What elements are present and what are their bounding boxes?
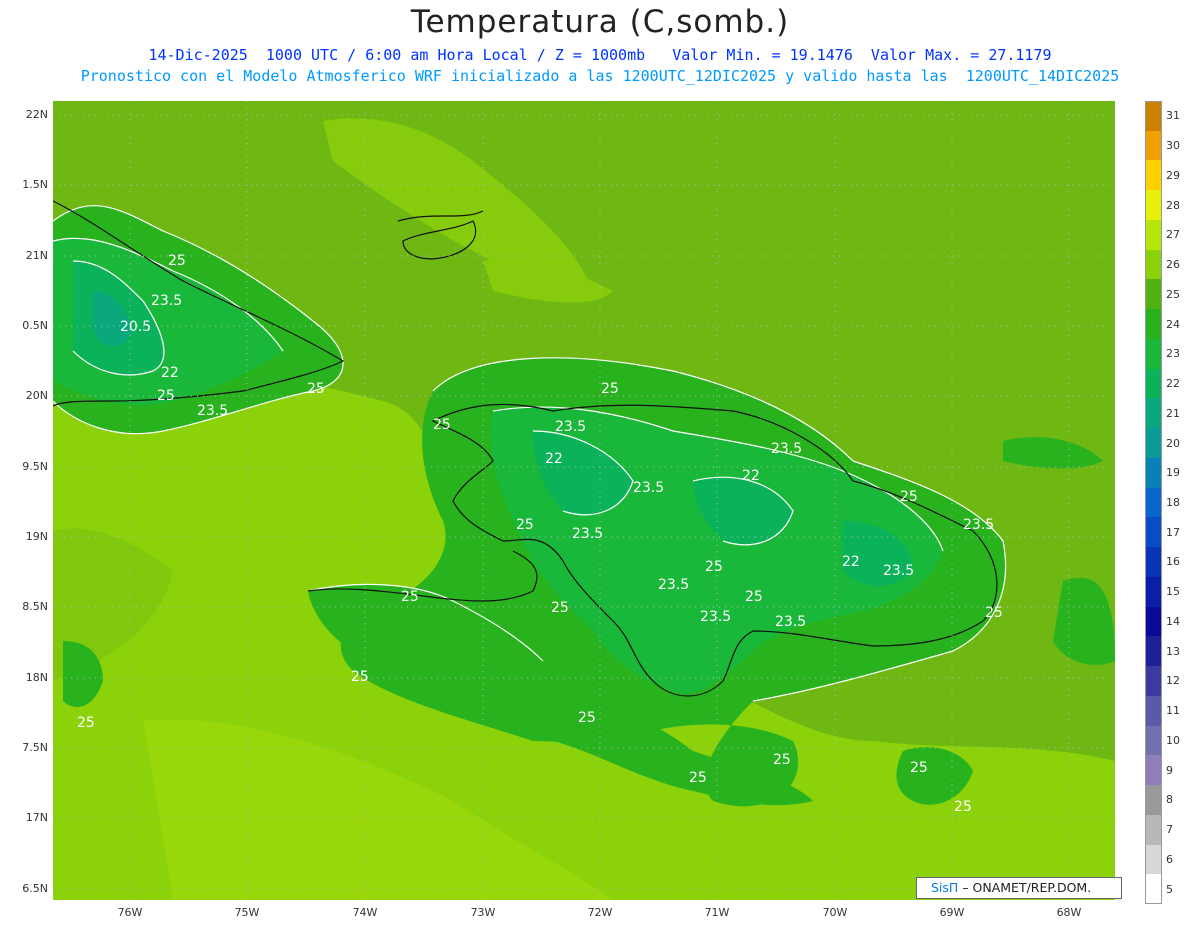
- lat-label: 19N: [25, 530, 48, 543]
- lon-label: 76W: [117, 906, 143, 919]
- colorbar-label: 5: [1166, 882, 1173, 896]
- contour-label: 25: [551, 600, 569, 616]
- contour-label: 22: [545, 451, 563, 467]
- contour-label: 23.5: [633, 480, 664, 496]
- contour-label: 25: [689, 770, 707, 786]
- lat-label: 8.5N: [22, 600, 48, 613]
- contour-label: 23.5: [572, 526, 603, 542]
- contour-label: 20.5: [120, 319, 151, 335]
- colorbar-label: 15: [1166, 585, 1180, 599]
- lat-label: 9.5N: [22, 460, 48, 473]
- colorbar-label: 23: [1166, 347, 1180, 361]
- colorbar-label: 24: [1166, 317, 1180, 331]
- colorbar-label: 22: [1166, 377, 1180, 391]
- map-title: Temperatura (C,somb.): [410, 4, 790, 40]
- sispi-onamet-logo: SisΠ – ONAMET/REP.DOM.: [916, 877, 1122, 899]
- contour-label: 23.5: [151, 293, 182, 309]
- lon-label: 72W: [587, 906, 613, 919]
- colorbar-label: 30: [1166, 139, 1180, 153]
- contour-label: 25: [985, 605, 1003, 621]
- colorbar-label: 31: [1166, 109, 1180, 123]
- contour-label: 23.5: [775, 614, 806, 630]
- lon-label: 68W: [1056, 906, 1082, 919]
- temperature-map: 25 23.5 20.5 22 23.5 25 25 23.5 25 23.5 …: [53, 101, 1115, 900]
- colorbar-label: 27: [1166, 228, 1180, 242]
- lat-label: 17N: [25, 811, 48, 824]
- colorbar-label: 20: [1166, 436, 1180, 450]
- contour-label: 25: [773, 752, 791, 768]
- contour-label: 25: [351, 669, 369, 685]
- contour-label: 25: [954, 799, 972, 815]
- contour-label: 23.5: [658, 577, 689, 593]
- colorbar-label: 7: [1166, 823, 1173, 837]
- contour-label: 25: [745, 589, 763, 605]
- colorbar-label: 17: [1166, 525, 1180, 539]
- map-svg: 25 23.5 20.5 22 23.5 25 25 23.5 25 23.5 …: [53, 101, 1115, 900]
- colorbar-label: 6: [1166, 852, 1173, 866]
- contour-label: 23.5: [883, 563, 914, 579]
- lat-label: 20N: [25, 389, 48, 402]
- colorbar-label: 29: [1166, 168, 1180, 182]
- contour-label: 23.5: [771, 441, 802, 457]
- contour-label: 25: [601, 381, 619, 397]
- lon-label: 71W: [704, 906, 730, 919]
- lat-label: 1.5N: [22, 178, 48, 191]
- contour-label: 25: [307, 381, 325, 397]
- colorbar-label: 28: [1166, 198, 1180, 212]
- lat-label: 21N: [25, 249, 48, 262]
- colorbar-label: 10: [1166, 733, 1180, 747]
- contour-label: 25: [168, 253, 186, 269]
- colorbar-label: 13: [1166, 644, 1180, 658]
- contour-label: 25: [401, 589, 419, 605]
- onamet-logo-text: – ONAMET/REP.DOM.: [962, 880, 1092, 895]
- colorbar-frame: [1145, 101, 1162, 904]
- colorbar-label: 16: [1166, 555, 1180, 569]
- colorbar-label: 21: [1166, 406, 1180, 420]
- colorbar-label: 8: [1166, 793, 1173, 807]
- colorbar-label: 26: [1166, 258, 1180, 272]
- contour-label: 25: [77, 715, 95, 731]
- contour-label: 22: [742, 468, 760, 484]
- contour-label: 25: [516, 517, 534, 533]
- map-subtitle-model: Pronostico con el Modelo Atmosferico WRF…: [80, 67, 1120, 85]
- contour-label: 25: [578, 710, 596, 726]
- contour-label: 23.5: [700, 609, 731, 625]
- warm-sea-region: [483, 258, 613, 303]
- contour-label: 22: [161, 365, 179, 381]
- contour-label: 23.5: [963, 517, 994, 533]
- colorbar-label: 9: [1166, 763, 1173, 777]
- colorbar-label: 19: [1166, 466, 1180, 480]
- lat-label: 22N: [25, 108, 48, 121]
- contour-label: 25: [910, 760, 928, 776]
- colorbar-label: 12: [1166, 674, 1180, 688]
- lon-label: 74W: [352, 906, 378, 919]
- map-subtitle-validity: 14-Dic-2025 1000 UTC / 6:00 am Hora Loca…: [148, 46, 1052, 64]
- lon-label: 69W: [939, 906, 965, 919]
- contour-label: 25: [900, 489, 918, 505]
- sispi-logo-text: SisΠ: [931, 880, 959, 895]
- contour-label: 23.5: [555, 419, 586, 435]
- colorbar-label: 14: [1166, 614, 1180, 628]
- colorbar-label: 25: [1166, 287, 1180, 301]
- contour-label: 22: [842, 554, 860, 570]
- lon-label: 73W: [470, 906, 496, 919]
- lat-label: 6.5N: [22, 882, 48, 895]
- zone-25: [1003, 437, 1103, 469]
- lat-label: 7.5N: [22, 741, 48, 754]
- colorbar-label: 18: [1166, 495, 1180, 509]
- lon-label: 70W: [822, 906, 848, 919]
- contour-label: 23.5: [197, 403, 228, 419]
- colorbar-label: 11: [1166, 704, 1180, 718]
- lon-label: 75W: [234, 906, 260, 919]
- zone-25: [1053, 577, 1115, 665]
- contour-label: 25: [705, 559, 723, 575]
- contour-label: 25: [157, 388, 175, 404]
- lat-label: 18N: [25, 671, 48, 684]
- lat-label: 0.5N: [22, 319, 48, 332]
- contour-label: 25: [433, 417, 451, 433]
